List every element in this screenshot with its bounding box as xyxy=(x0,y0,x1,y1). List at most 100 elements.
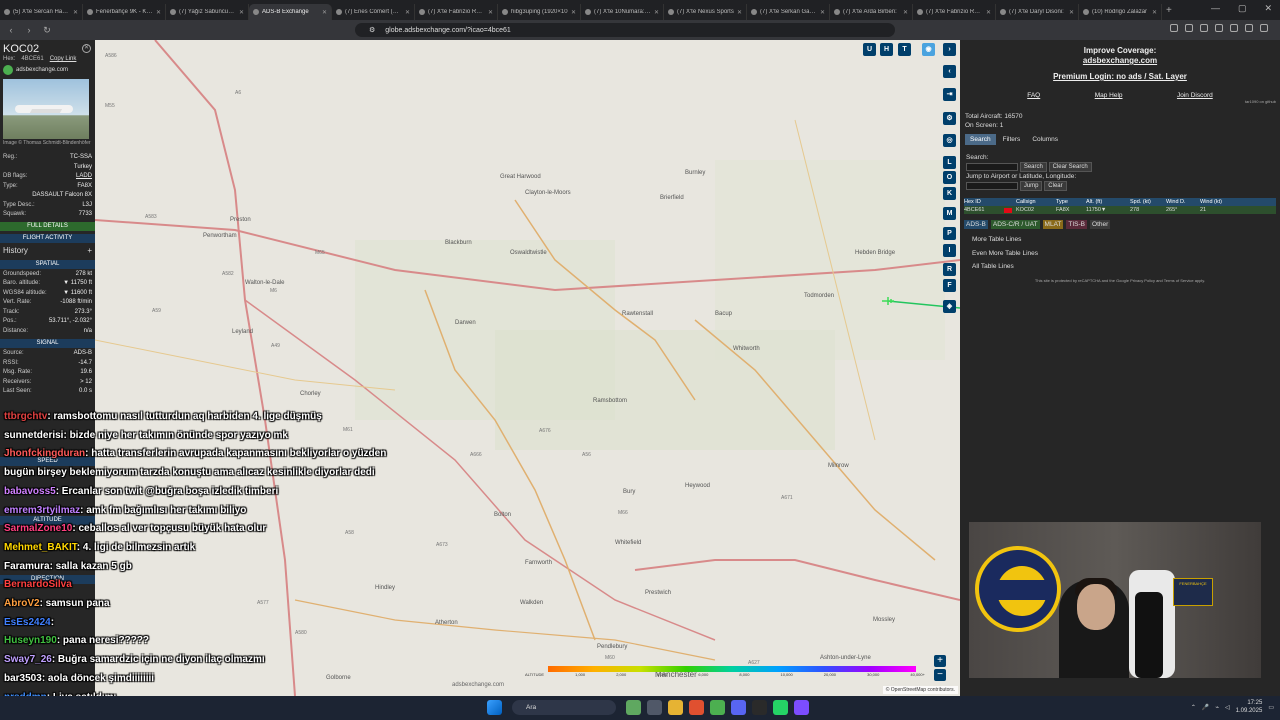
browser-tab[interactable]: (7) Enes Cömert (@18 ✕ xyxy=(332,4,415,20)
browser-tab[interactable]: Fenerbahçe 9K - Kulü ✕ xyxy=(83,4,166,20)
even-more-table-lines-option[interactable]: Even More Table Lines xyxy=(972,247,1268,261)
chrome-icon[interactable] xyxy=(710,700,725,715)
browser-tab[interactable]: ADS-B Exchange ✕ xyxy=(249,4,332,20)
more-table-lines-option[interactable]: More Table Lines xyxy=(972,233,1268,247)
tab-close-icon[interactable]: ✕ xyxy=(571,9,576,16)
map-toggle-f-button[interactable]: F xyxy=(943,279,956,292)
browser-tab[interactable]: (10) Rodrigo Zalazar ✕ xyxy=(1079,4,1162,20)
widgets-icon[interactable] xyxy=(626,700,641,715)
start-icon[interactable] xyxy=(487,700,502,715)
map-toggle-l-button[interactable]: L xyxy=(943,156,956,169)
map-toggle-p-button[interactable]: P xyxy=(943,227,956,240)
map-toggle-m-button[interactable]: M xyxy=(943,207,956,220)
file-explorer-icon[interactable] xyxy=(668,700,683,715)
close-window-icon[interactable]: ✕ xyxy=(1264,3,1272,14)
map-toggle-t-button[interactable]: T xyxy=(898,43,911,56)
forward-icon[interactable]: › xyxy=(22,25,36,35)
discord-link[interactable]: Join Discord xyxy=(1177,92,1213,99)
source-site[interactable]: adsbexchange.com xyxy=(16,67,68,73)
column-header[interactable]: Wind D. xyxy=(1166,198,1200,206)
column-header[interactable]: Spd. (kt) xyxy=(1130,198,1166,206)
tab-close-icon[interactable]: ✕ xyxy=(239,9,244,16)
collapse-sidebar-icon[interactable]: › xyxy=(943,43,956,56)
network-icon[interactable]: ⌁ xyxy=(1215,704,1219,711)
improve-coverage-link[interactable]: adsbexchange.com xyxy=(960,56,1280,66)
back-icon[interactable]: ‹ xyxy=(4,25,18,35)
column-header[interactable]: Wind (kt) xyxy=(1200,198,1236,206)
premium-login-link[interactable]: Premium Login: no ads / Sat. Layer xyxy=(960,72,1280,82)
new-tab-icon[interactable]: + xyxy=(1166,5,1172,16)
column-header[interactable]: Hex ID xyxy=(964,198,1004,206)
extension-icon[interactable] xyxy=(1245,24,1253,32)
search-button[interactable]: Search xyxy=(1019,162,1047,172)
reload-icon[interactable]: ↻ xyxy=(40,25,54,36)
extension-icon[interactable] xyxy=(1230,24,1238,32)
close-icon[interactable]: ✕ xyxy=(82,44,91,53)
tab-close-icon[interactable]: ✕ xyxy=(73,9,78,16)
maximize-icon[interactable]: ▢ xyxy=(1238,3,1247,14)
tab-close-icon[interactable]: ✕ xyxy=(1152,9,1157,16)
extension-icon[interactable] xyxy=(1215,24,1223,32)
volume-icon[interactable]: ◁ xyxy=(1225,704,1230,711)
browser-tab[interactable]: (7) X'te Serkan Gazio ✕ xyxy=(747,4,830,20)
source-adsb-badge[interactable]: ADS-B xyxy=(964,220,988,229)
map-toggle-k-button[interactable]: K xyxy=(943,187,956,200)
app-icon[interactable] xyxy=(794,700,809,715)
app-icon[interactable] xyxy=(752,700,767,715)
search-input[interactable] xyxy=(966,163,1018,171)
source-tisb-badge[interactable]: TIS-B xyxy=(1066,220,1088,229)
layers-icon[interactable]: ◉ xyxy=(922,43,935,56)
column-header[interactable]: Callsign xyxy=(1016,198,1056,206)
tray-expand-icon[interactable]: ⌃ xyxy=(1191,704,1196,711)
browser-tab[interactable]: (7) X'te Nexus Sports ✕ xyxy=(664,4,747,20)
extension-icon[interactable] xyxy=(1200,24,1208,32)
tab-columns[interactable]: Columns xyxy=(1027,134,1063,145)
notifications-icon[interactable]: ▭ xyxy=(1268,704,1274,711)
map-toggle-i-button[interactable]: I xyxy=(943,244,956,257)
tab-close-icon[interactable]: ✕ xyxy=(654,9,659,16)
tab-close-icon[interactable]: ✕ xyxy=(488,9,493,16)
map-toggle-u-button[interactable]: U xyxy=(863,43,876,56)
flight-activity-button[interactable]: FLIGHT ACTIVITY xyxy=(0,233,95,243)
map-attribution[interactable]: © OpenStreetMap contributors. xyxy=(882,686,958,694)
tab-close-icon[interactable]: ✕ xyxy=(405,9,410,16)
jump-input[interactable] xyxy=(966,182,1018,190)
browser-tab[interactable]: (5) X'te Sercan Hamza ✕ xyxy=(0,4,83,20)
tab-close-icon[interactable]: ✕ xyxy=(322,9,327,16)
tab-close-icon[interactable]: ✕ xyxy=(820,9,825,16)
clear-search-button[interactable]: Clear Search xyxy=(1048,162,1092,172)
browser-tab[interactable]: (7) X'te Daryl Disoni: ✕ xyxy=(996,4,1079,20)
history-label[interactable]: History xyxy=(3,246,28,255)
brave-icon[interactable] xyxy=(689,700,704,715)
source-other-badge[interactable]: Other xyxy=(1090,220,1111,229)
aircraft-target-icon[interactable]: ◈ xyxy=(943,300,956,313)
browser-tab[interactable]: (7) Yağız Sabuncuoğlu ✕ xyxy=(166,4,249,20)
browser-tab[interactable]: (7) X'te 10Numara: "F ✕ xyxy=(581,4,664,20)
full-details-button[interactable]: FULL DETAILS xyxy=(0,221,95,231)
enter-icon[interactable]: ⇥ xyxy=(943,88,956,101)
taskbar-search[interactable]: Ara xyxy=(512,700,616,715)
map-help-link[interactable]: Map Help xyxy=(1095,92,1123,99)
task-view-icon[interactable] xyxy=(647,700,662,715)
tab-close-icon[interactable]: ✕ xyxy=(1069,9,1074,16)
table-row[interactable]: 4BCE61 KOC02 FA8X 11750▼ 278 265° 21 xyxy=(964,206,1276,214)
tab-close-icon[interactable]: ✕ xyxy=(903,9,908,16)
map-toggle-h-button[interactable]: H xyxy=(880,43,893,56)
tab-close-icon[interactable]: ✕ xyxy=(737,9,742,16)
menu-icon[interactable] xyxy=(1260,24,1268,32)
jump-button[interactable]: Jump xyxy=(1019,181,1043,191)
clock[interactable]: 17:25 1.09.2025 xyxy=(1236,699,1263,715)
settings-icon[interactable]: ⚙ xyxy=(943,112,956,125)
copy-link[interactable]: Copy Link xyxy=(50,56,77,62)
tab-close-icon[interactable]: ✕ xyxy=(986,9,991,16)
mic-icon[interactable]: 🎤 xyxy=(1202,704,1209,711)
map-toggle-o-button[interactable]: O xyxy=(943,171,956,184)
extension-icon[interactable] xyxy=(1170,24,1178,32)
extension-icon[interactable] xyxy=(1185,24,1193,32)
map-toggle-r-button[interactable]: R xyxy=(943,263,956,276)
faq-link[interactable]: FAQ xyxy=(1027,92,1040,99)
clear-button[interactable]: Clear xyxy=(1044,181,1067,191)
tab-search[interactable]: Search xyxy=(965,134,996,145)
github-link[interactable]: tar1090 on github xyxy=(960,99,1276,104)
back-panel-icon[interactable]: ‹ xyxy=(943,65,956,78)
